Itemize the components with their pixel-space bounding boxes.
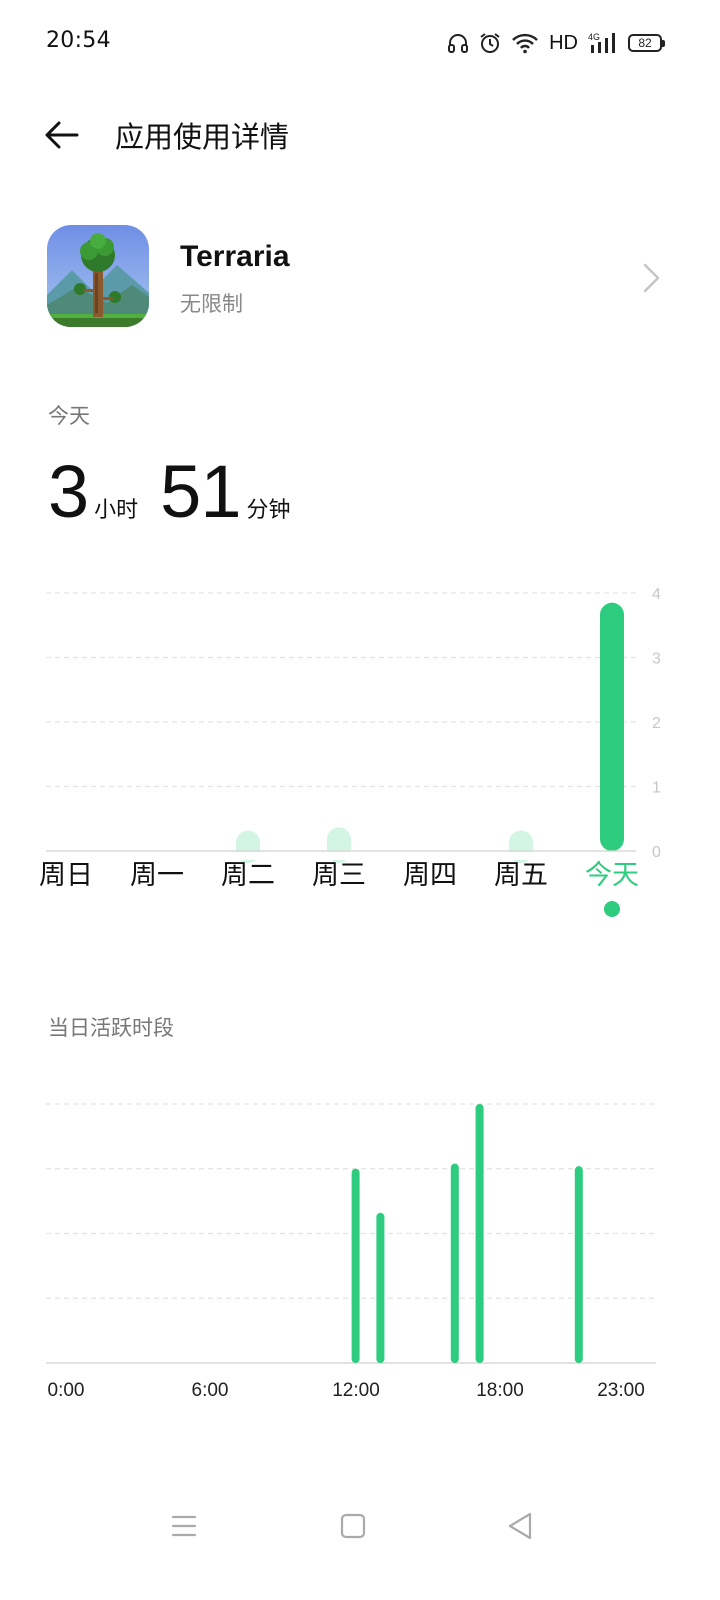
status-time: 20:54 [46,28,111,53]
back-triangle-icon [508,1512,532,1540]
hourly-active-chart: 0:00 6:00 12:00 18:00 23:00 [0,1090,720,1410]
weekly-y-tick: 0 [652,844,661,861]
weekly-y-tick: 4 [652,586,661,603]
menu-icon [171,1515,197,1537]
back-button[interactable] [36,112,88,158]
status-bar: 20:54 HD 4G 82 [0,0,720,86]
status-icons: HD 4G 82 [447,30,665,56]
back-nav-button[interactable] [490,1506,550,1546]
svg-text:4G: 4G [588,32,600,42]
usage-minutes: 51 [160,450,241,533]
weekly-chart-svg: 0 1 2 3 4 周日 周一 周二 周三 周四 周五 今天 [39,586,661,917]
wifi-icon [512,33,538,54]
hourly-bar [376,1212,385,1363]
headphones-icon [448,34,469,53]
signal-icon: 4G [588,32,615,53]
minutes-unit: 分钟 [246,498,291,523]
weekly-day-label[interactable]: 周一 [130,860,184,891]
weekly-day-label[interactable]: 周日 [39,860,93,891]
hourly-chart-svg: 0:00 6:00 12:00 18:00 23:00 [46,1103,656,1401]
app-name: Terraria [180,240,290,273]
usage-hours: 3 [48,450,89,533]
hourly-bar [574,1166,583,1363]
menu-button[interactable] [154,1506,214,1546]
page-title: 应用使用详情 [115,120,290,154]
app-limit-status: 无限制 [180,292,243,316]
header: 应用使用详情 [0,98,720,172]
hourly-bar [475,1104,484,1363]
battery-icon: 82 [628,34,665,52]
hourly-x-tick: 6:00 [192,1380,229,1401]
baseline-mask [46,852,636,860]
home-button[interactable] [323,1506,383,1546]
active-period-label: 当日活跃时段 [48,1016,174,1040]
weekly-y-tick: 2 [652,715,661,732]
hourly-bar [351,1168,360,1363]
alarm-icon [480,33,500,53]
weekly-day-label[interactable]: 周四 [403,860,457,891]
arrow-left-icon [45,121,79,149]
today-label: 今天 [48,404,90,428]
terraria-app-icon [47,225,149,327]
battery-level: 82 [638,36,652,50]
navigation-bar [0,1490,720,1560]
app-info-row[interactable]: Terraria 无限制 [0,218,720,338]
weekly-day-label[interactable]: 今天 [585,860,639,891]
weekly-bar[interactable] [600,602,624,851]
weekly-y-tick: 1 [652,780,661,797]
hours-unit: 小时 [94,498,139,523]
hourly-x-tick: 12:00 [332,1380,380,1401]
weekly-y-tick: 3 [652,651,661,668]
weekly-day-label[interactable]: 周三 [312,860,366,891]
network-hd-label: HD [549,31,578,54]
weekly-day-label[interactable]: 周五 [494,860,548,891]
hourly-bar [450,1163,459,1363]
selected-day-dot [604,901,620,917]
weekly-day-label[interactable]: 周二 [221,860,275,891]
weekly-usage-chart[interactable]: 0 1 2 3 4 周日 周一 周二 周三 周四 周五 今天 [0,570,720,930]
hourly-x-tick: 23:00 [597,1380,645,1401]
home-square-icon [340,1513,366,1539]
hourly-x-tick: 0:00 [48,1380,85,1401]
chevron-right-icon [643,263,660,293]
usage-total: 3 小时 51 分钟 [48,452,313,532]
hourly-x-tick: 18:00 [476,1380,524,1401]
